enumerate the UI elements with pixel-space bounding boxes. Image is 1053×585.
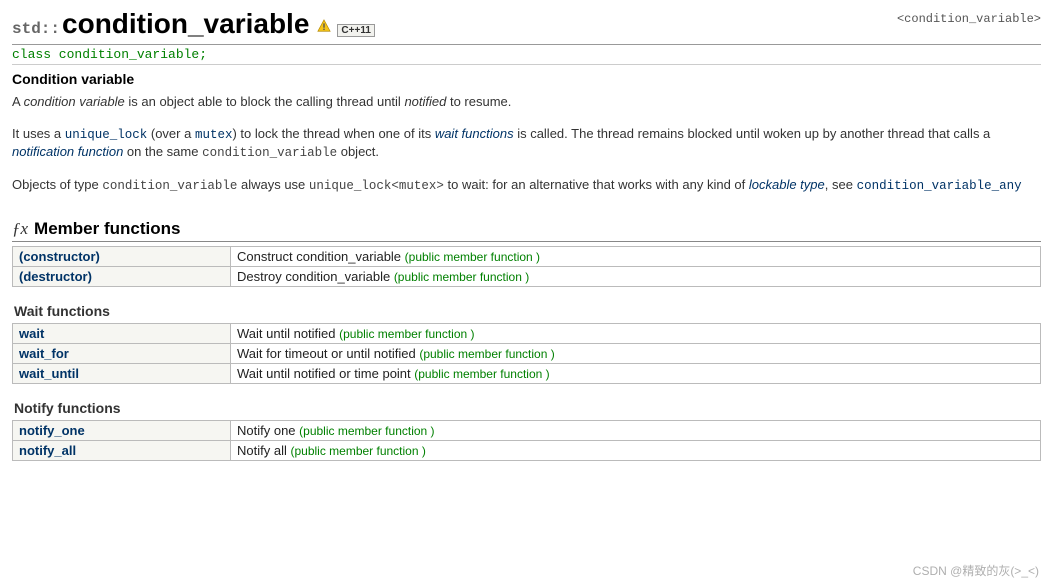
term-condition-variable: condition variable [24,94,125,109]
watermark: CSDN @精致的灰(>_<) [913,562,1039,579]
function-link[interactable]: (constructor) [19,249,100,264]
include-header: <condition_variable> [897,8,1041,26]
code-condition-variable: condition_variable [202,146,337,160]
intro-title: Condition variable [12,71,1041,87]
table-row: wait_for Wait for timeout or until notifi… [13,344,1041,364]
intro-paragraph-3: Objects of type condition_variable alway… [12,176,1041,195]
member-tag: (public member function ) [290,444,425,458]
function-desc-cell: Wait for timeout or until notified (publ… [231,344,1041,364]
function-desc-cell: Wait until notified (public member funct… [231,324,1041,344]
member-tag: (public member function ) [299,424,434,438]
member-functions-title: Member functions [34,217,180,241]
function-name-cell: (constructor) [13,247,231,267]
member-tag: (public member function ) [394,270,529,284]
table-row: (constructor) Construct condition_variabl… [13,247,1041,267]
function-name-cell: (destructor) [13,267,231,287]
code-condition-variable-2: condition_variable [102,179,237,193]
function-name-cell: notify_one [13,421,231,441]
link-wait-functions[interactable]: wait functions [435,126,514,141]
link-condition-variable-any[interactable]: condition_variable_any [857,179,1022,193]
function-link[interactable]: wait_until [19,366,79,381]
member-tag: (public member function ) [419,347,554,361]
notify-functions-header: Notify functions [12,400,1041,416]
member-tag: (public member function ) [339,327,474,341]
code-unique-lock-mutex: unique_lock<mutex> [309,179,444,193]
function-desc-cell: Notify all (public member function ) [231,441,1041,461]
intro-paragraph-2: It uses a unique_lock (over a mutex) to … [12,125,1041,163]
table-row: wait Wait until notified (public member f… [13,324,1041,344]
link-lockable-type[interactable]: lockable type [749,177,825,192]
member-functions-header: ƒx Member functions [12,217,1041,242]
warning-icon [317,19,331,33]
term-notified: notified [404,94,446,109]
function-desc-cell: Construct condition_variable (public mem… [231,247,1041,267]
link-notification-function[interactable]: notification function [12,144,123,159]
function-desc-cell: Wait until notified or time point (publi… [231,364,1041,384]
namespace: std:: [12,20,60,38]
member-tag: (public member function ) [414,367,549,381]
function-name-cell: wait [13,324,231,344]
function-desc-cell: Notify one (public member function ) [231,421,1041,441]
cpp11-badge: C++11 [337,24,374,37]
notify-functions-table: notify_one Notify one (public member func… [12,420,1041,461]
class-declaration: class condition_variable; [12,45,1041,65]
link-mutex[interactable]: mutex [195,128,233,142]
table-row: notify_all Notify all (public member func… [13,441,1041,461]
function-link[interactable]: notify_one [19,423,85,438]
function-name-cell: notify_all [13,441,231,461]
function-link[interactable]: (destructor) [19,269,92,284]
member-functions-table: (constructor) Construct condition_variabl… [12,246,1041,287]
function-link[interactable]: wait [19,326,44,341]
wait-functions-table: wait Wait until notified (public member f… [12,323,1041,384]
page-header: std:: condition_variable C++11 <conditio… [12,8,1041,45]
member-tag: (public member function ) [405,250,540,264]
function-name-cell: wait_until [13,364,231,384]
table-row: notify_one Notify one (public member func… [13,421,1041,441]
table-row: (destructor) Destroy condition_variable (… [13,267,1041,287]
function-name-cell: wait_for [13,344,231,364]
intro-paragraph-1: A condition variable is an object able t… [12,93,1041,111]
fx-icon: ƒx [12,219,28,239]
link-unique-lock[interactable]: unique_lock [65,128,148,142]
function-link[interactable]: wait_for [19,346,69,361]
page-title: std:: condition_variable C++11 [12,8,375,40]
function-link[interactable]: notify_all [19,443,76,458]
function-desc-cell: Destroy condition_variable (public membe… [231,267,1041,287]
table-row: wait_until Wait until notified or time po… [13,364,1041,384]
wait-functions-header: Wait functions [12,303,1041,319]
title-name: condition_variable [62,8,309,40]
